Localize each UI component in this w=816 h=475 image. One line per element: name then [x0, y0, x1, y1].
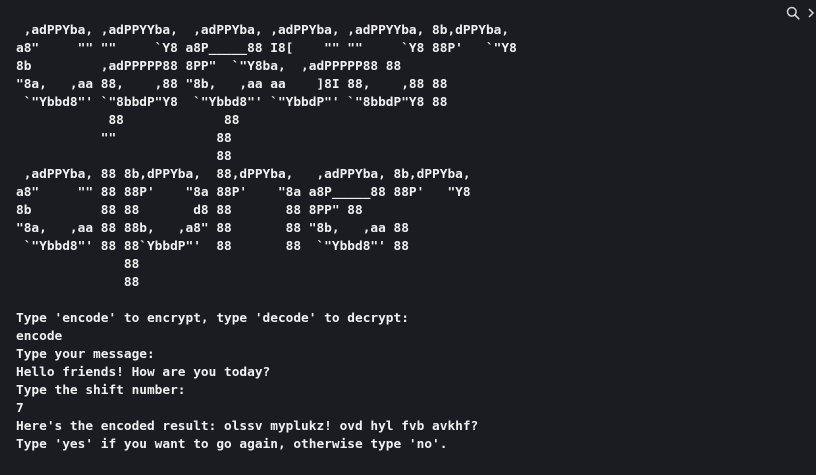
search-button[interactable]	[784, 4, 802, 22]
banner-line: 8b ,adPPPPP88 8PP" `"Y8ba, ,adPPPPP88 88	[16, 59, 402, 74]
shift-input: 7	[16, 401, 24, 416]
message-input: Hello friends! How are you today?	[16, 365, 271, 380]
encoded-result: Here's the encoded result: olssv myplukz…	[16, 419, 479, 434]
mode-input: encode	[16, 329, 63, 344]
banner-line: ,adPPYba, 88 8b,dPPYba, 88,dPPYba, ,adPP…	[16, 167, 471, 182]
search-icon	[786, 6, 800, 20]
again-prompt: Type 'yes' if you want to go again, othe…	[16, 437, 448, 452]
banner-line: 8b 88 88 d8 88 88 8PP" 88	[16, 203, 363, 218]
session-transcript: Type 'encode' to encrypt, type 'decode' …	[16, 310, 478, 454]
banner-line: "8a, ,aa 88 88b, ,a8" 88 88 "8b, ,aa 88	[16, 221, 409, 236]
banner-line: 88	[16, 275, 140, 290]
banner-line: 88 88	[16, 113, 240, 128]
banner-line: 88	[16, 149, 232, 164]
banner-line: a8" "" "" `Y8 a8P_____88 I8[ "" "" `Y8 8…	[16, 41, 517, 56]
banner-line: `"Ybbd8"' 88 88`YbbdP"' 88 88 `"Ybbd8"' …	[16, 239, 409, 254]
banner-line: `"Ybbd8"' `"8bbdP"Y8 `"Ybbd8"' `"YbbdP"'…	[16, 95, 448, 110]
more-options-button[interactable]	[806, 4, 816, 22]
banner-line: 88	[16, 257, 140, 272]
message-prompt: Type your message:	[16, 347, 155, 362]
banner-line: "8a, ,aa 88, ,88 "8b, ,aa aa ]8I 88, ,88…	[16, 77, 448, 92]
banner-line: a8" "" 88 88P' "8a 88P' "8a a8P_____88 8…	[16, 185, 471, 200]
banner-line: ,adPPYba, ,adPPYYba, ,adPPYba, ,adPPYba,…	[16, 23, 510, 38]
shift-prompt: Type the shift number:	[16, 383, 186, 398]
console-output: ,adPPYba, ,adPPYYba, ,adPPYba, ,adPPYba,…	[0, 0, 816, 475]
ascii-banner: ,adPPYba, ,adPPYYba, ,adPPYba, ,adPPYba,…	[16, 22, 517, 292]
banner-line: "" 88	[16, 131, 232, 146]
chevron-right-icon	[808, 8, 815, 18]
mode-prompt: Type 'encode' to encrypt, type 'decode' …	[16, 311, 409, 326]
console-toolbar	[784, 4, 816, 22]
